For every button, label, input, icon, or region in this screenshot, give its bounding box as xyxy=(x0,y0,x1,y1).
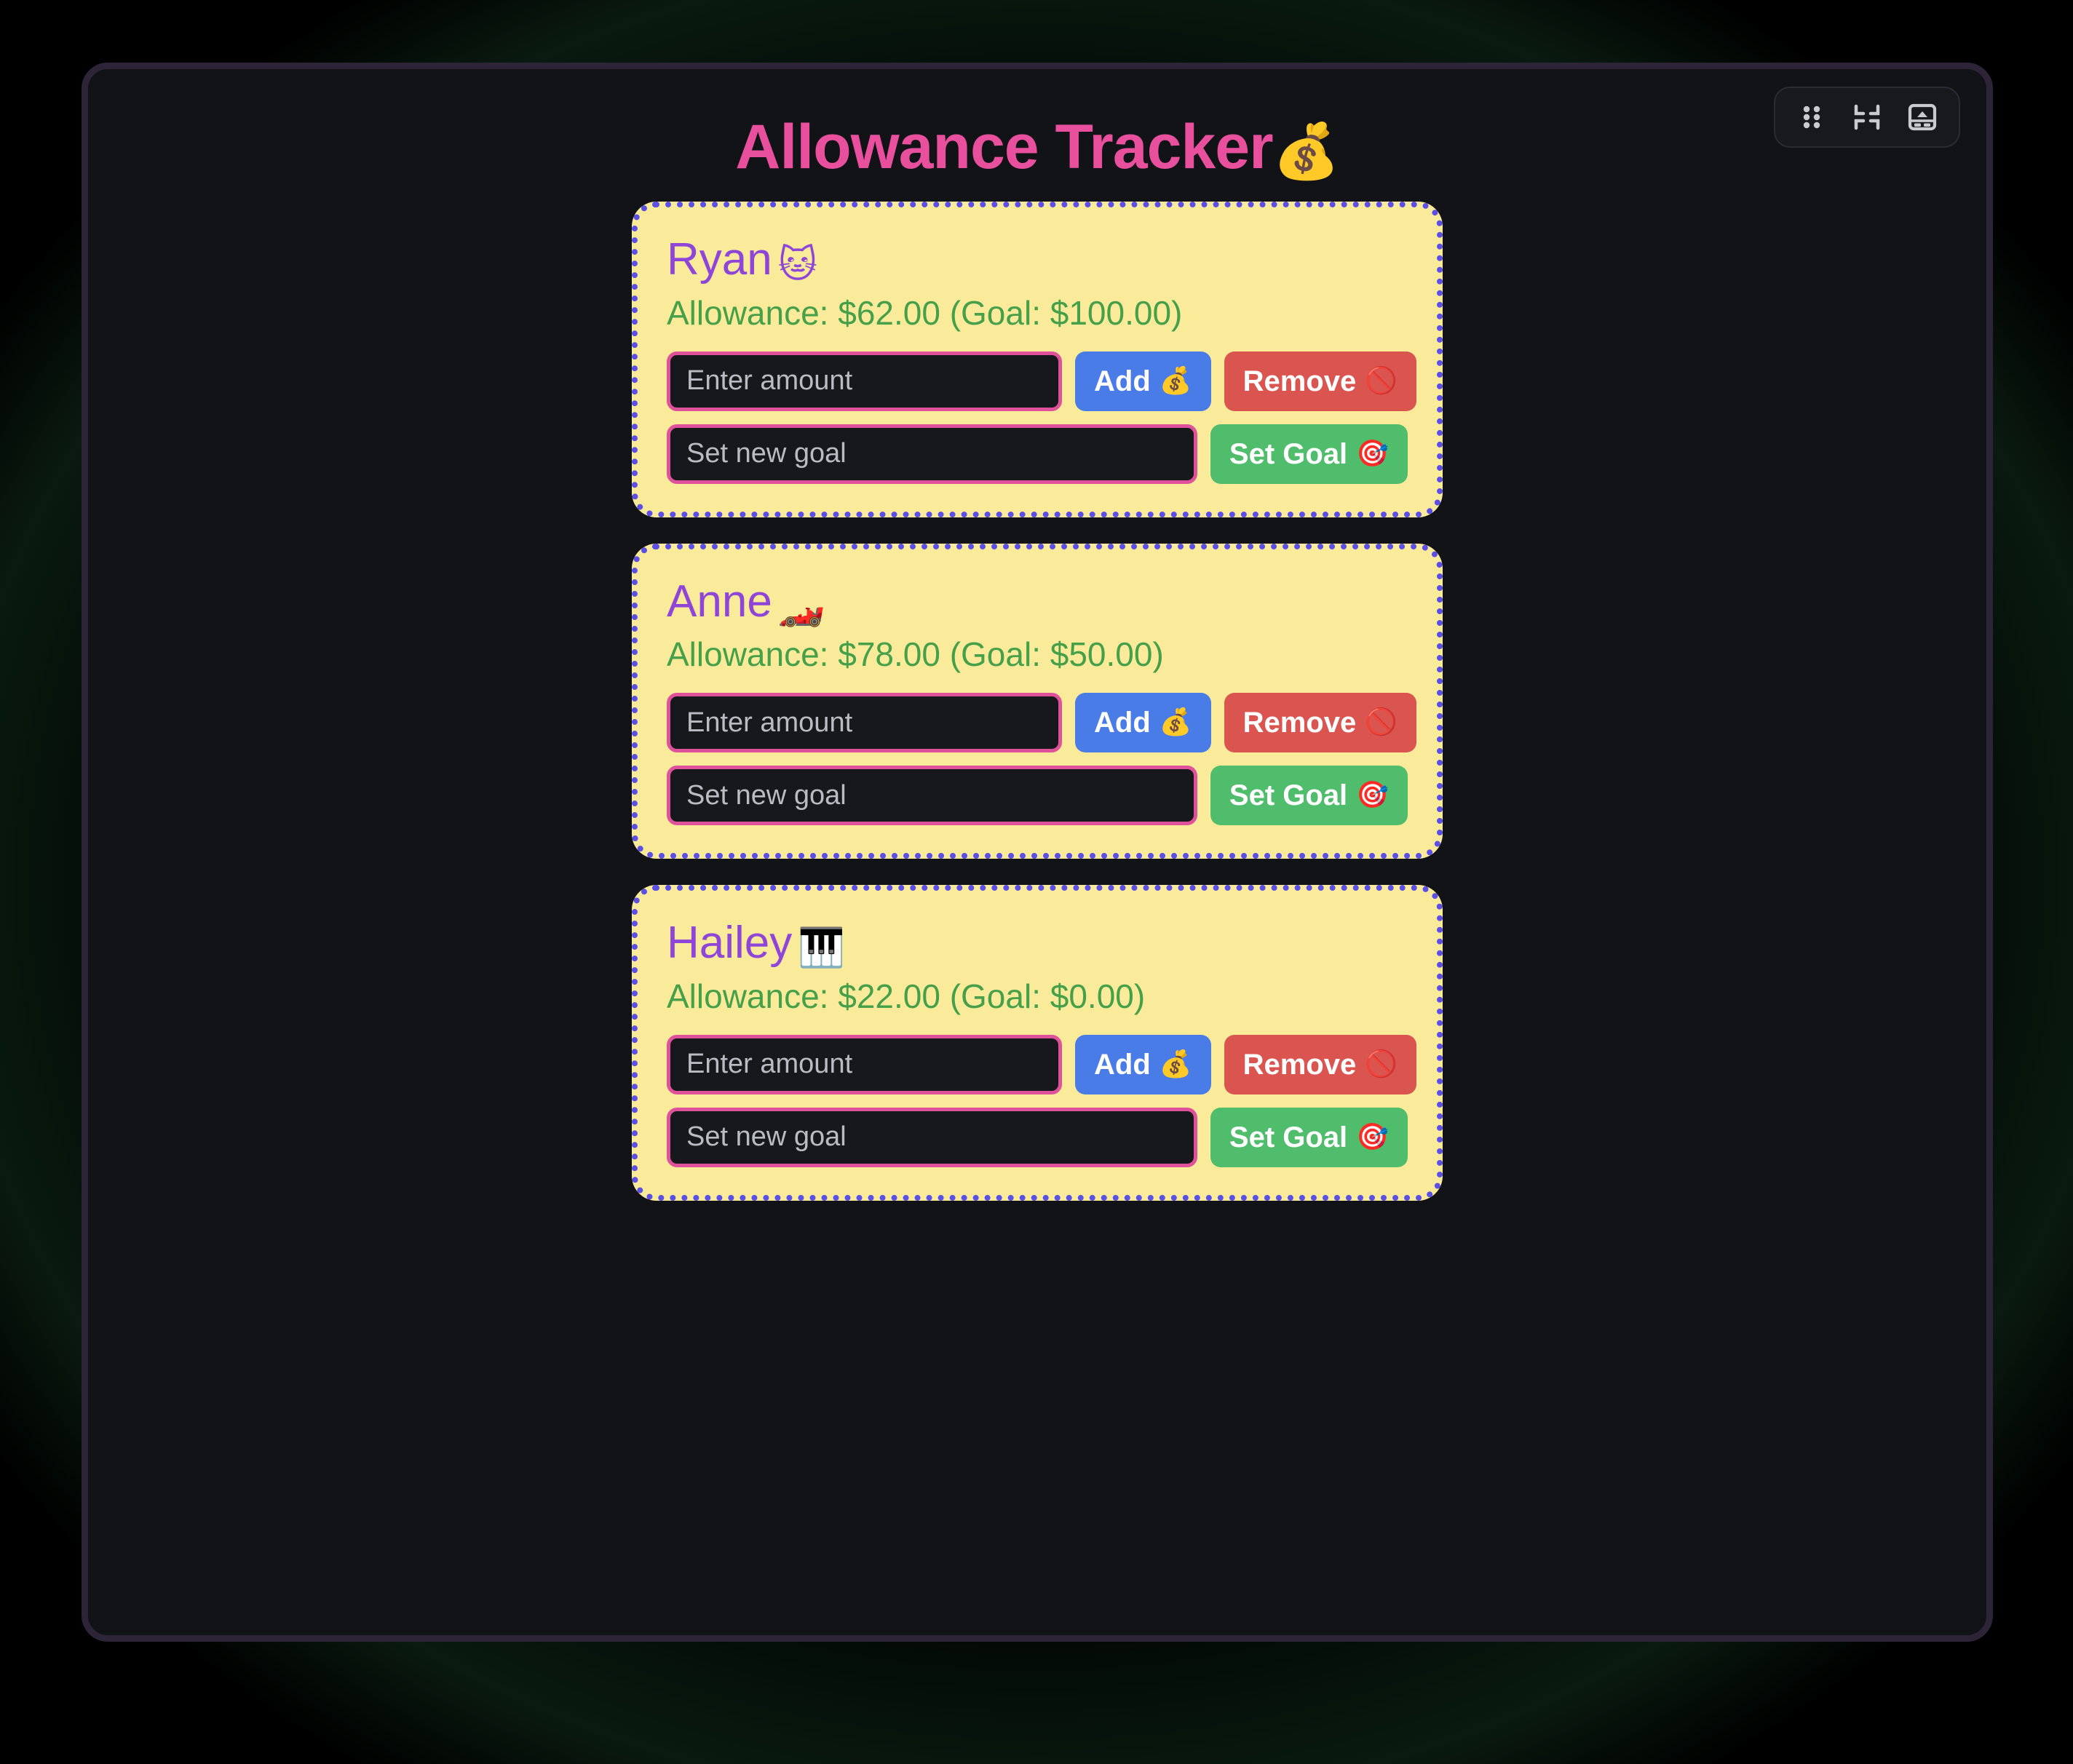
kid-name-text: Ryan xyxy=(667,234,772,285)
add-button[interactable]: Add 💰 xyxy=(1075,1034,1211,1094)
remove-button-label: Remove xyxy=(1242,365,1357,397)
set-goal-button-label: Set Goal xyxy=(1229,437,1348,470)
kid-avatar-icon: 🐱 xyxy=(777,243,817,287)
add-button[interactable]: Add 💰 xyxy=(1075,351,1211,411)
prohibited-icon: 🚫 xyxy=(1365,1049,1398,1079)
dock-panel-icon[interactable] xyxy=(1895,92,1950,143)
set-goal-button-label: Set Goal xyxy=(1229,779,1348,812)
app-window-inner: Allowance Tracker💰 Ryan 🐱 Allowance: $62.… xyxy=(88,69,1986,1635)
goal-input[interactable] xyxy=(667,424,1197,484)
kid-card: Anne 🏎️ Allowance: $78.00 (Goal: $50.00) … xyxy=(632,543,1443,859)
goal-row: Set Goal 🎯 xyxy=(667,1107,1408,1167)
remove-button-label: Remove xyxy=(1242,707,1357,739)
page-title: Allowance Tracker💰 xyxy=(88,114,1986,180)
set-goal-button-label: Set Goal xyxy=(1229,1121,1348,1153)
add-button-label: Add xyxy=(1094,707,1151,739)
amount-input[interactable] xyxy=(667,351,1062,411)
target-icon: 🎯 xyxy=(1356,780,1389,811)
kid-name: Hailey 🎹 xyxy=(667,917,1408,971)
amount-input[interactable] xyxy=(667,1034,1062,1094)
remove-button-label: Remove xyxy=(1242,1048,1357,1081)
window-toolbar xyxy=(1774,87,1960,148)
add-button-label: Add xyxy=(1094,1048,1151,1081)
app-window: Allowance Tracker💰 Ryan 🐱 Allowance: $62.… xyxy=(82,63,1993,1642)
target-icon: 🎯 xyxy=(1356,1121,1389,1152)
remove-button[interactable]: Remove 🚫 xyxy=(1224,1034,1417,1094)
remove-button[interactable]: Remove 🚫 xyxy=(1224,693,1417,753)
kid-avatar-icon: 🏎️ xyxy=(777,584,825,629)
kid-card-list: Ryan 🐱 Allowance: $62.00 (Goal: $100.00) … xyxy=(88,202,1986,1201)
remove-button[interactable]: Remove 🚫 xyxy=(1224,351,1417,411)
money-bag-icon: 💰 xyxy=(1159,707,1192,738)
kid-name: Ryan 🐱 xyxy=(667,234,1408,287)
kid-avatar-icon: 🎹 xyxy=(798,926,846,971)
kid-name-text: Hailey xyxy=(667,918,793,969)
kid-card: Ryan 🐱 Allowance: $62.00 (Goal: $100.00) … xyxy=(632,202,1443,517)
prohibited-icon: 🚫 xyxy=(1365,707,1398,738)
set-goal-button[interactable]: Set Goal 🎯 xyxy=(1210,766,1408,826)
set-goal-button[interactable]: Set Goal 🎯 xyxy=(1210,1107,1408,1167)
amount-input[interactable] xyxy=(667,693,1062,753)
kid-allowance-text: Allowance: $78.00 (Goal: $50.00) xyxy=(667,635,1164,674)
goal-input[interactable] xyxy=(667,766,1197,826)
amount-row: Add 💰 Remove 🚫 xyxy=(667,693,1417,753)
drag-handle-icon[interactable] xyxy=(1784,92,1839,143)
money-bag-icon: 💰 xyxy=(1159,1049,1192,1079)
collapse-icon[interactable] xyxy=(1839,92,1895,143)
amount-row: Add 💰 Remove 🚫 xyxy=(667,1034,1417,1094)
screen: Allowance Tracker💰 Ryan 🐱 Allowance: $62.… xyxy=(0,0,2073,1764)
goal-row: Set Goal 🎯 xyxy=(667,766,1408,826)
target-icon: 🎯 xyxy=(1356,438,1389,469)
kid-allowance-text: Allowance: $62.00 (Goal: $100.00) xyxy=(667,293,1183,332)
add-button[interactable]: Add 💰 xyxy=(1075,693,1211,753)
kid-name-text: Anne xyxy=(667,576,772,627)
page-title-text: Allowance Tracker xyxy=(735,112,1273,182)
money-bag-icon: 💰 xyxy=(1272,120,1340,183)
kid-allowance-text: Allowance: $22.00 (Goal: $0.00) xyxy=(667,977,1146,1015)
prohibited-icon: 🚫 xyxy=(1365,365,1398,396)
goal-input[interactable] xyxy=(667,1107,1197,1167)
add-button-label: Add xyxy=(1094,365,1151,397)
money-bag-icon: 💰 xyxy=(1159,365,1192,396)
kid-name: Anne 🏎️ xyxy=(667,576,1408,629)
amount-row: Add 💰 Remove 🚫 xyxy=(667,351,1417,411)
goal-row: Set Goal 🎯 xyxy=(667,424,1408,484)
kid-card: Hailey 🎹 Allowance: $22.00 (Goal: $0.00) … xyxy=(632,885,1443,1201)
set-goal-button[interactable]: Set Goal 🎯 xyxy=(1210,424,1408,484)
